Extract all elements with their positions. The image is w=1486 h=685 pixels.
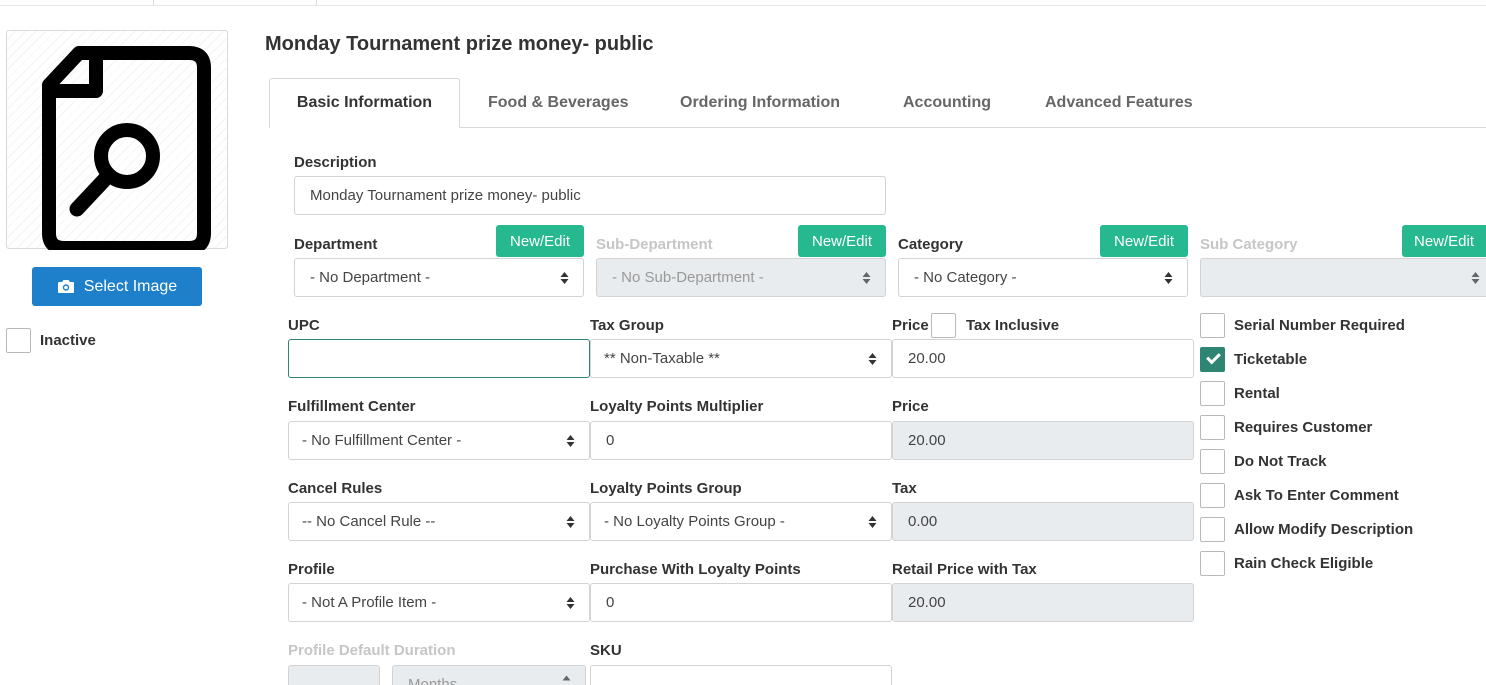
sub-department-new-edit-button[interactable]: New/Edit bbox=[798, 225, 886, 257]
tab-advanced-features[interactable]: Advanced Features bbox=[1045, 78, 1193, 128]
rental-checkbox[interactable] bbox=[1200, 381, 1225, 406]
fulfillment-center-select[interactable]: - No Fulfillment Center - bbox=[288, 421, 590, 460]
sub-category-select[interactable] bbox=[1200, 258, 1486, 297]
cancel-rules-label: Cancel Rules bbox=[288, 480, 383, 497]
ask-to-enter-comment-label: Ask To Enter Comment bbox=[1234, 487, 1399, 504]
loyalty-multiplier-label: Loyalty Points Multiplier bbox=[590, 398, 764, 415]
tab-ordering-information[interactable]: Ordering Information bbox=[680, 78, 840, 128]
department-select[interactable]: - No Department - bbox=[294, 258, 584, 297]
category-new-edit-button[interactable]: New/Edit bbox=[1100, 225, 1188, 257]
select-arrows-icon bbox=[868, 352, 877, 365]
description-label: Description bbox=[294, 154, 377, 171]
item-image-preview bbox=[6, 30, 228, 250]
retail-price-tax-label: Retail Price with Tax bbox=[892, 561, 1037, 578]
page-title: Monday Tournament prize money- public bbox=[265, 33, 654, 55]
tab-food-beverages[interactable]: Food & Beverages bbox=[488, 78, 628, 128]
serial-number-required-label: Serial Number Required bbox=[1234, 317, 1405, 334]
category-select[interactable]: - No Category - bbox=[898, 258, 1188, 297]
inactive-label: Inactive bbox=[40, 332, 96, 349]
tax-group-label: Tax Group bbox=[590, 317, 664, 334]
tax-label: Tax bbox=[892, 480, 917, 497]
tab-accounting[interactable]: Accounting bbox=[903, 78, 991, 128]
select-arrows-icon bbox=[566, 434, 575, 447]
tax-inclusive-checkbox[interactable] bbox=[931, 313, 956, 338]
loyalty-group-label: Loyalty Points Group bbox=[590, 480, 742, 497]
loyalty-group-select[interactable]: - No Loyalty Points Group - bbox=[590, 502, 892, 541]
select-arrows-icon bbox=[566, 596, 575, 609]
retail-price-tax-field: 20.00 bbox=[892, 583, 1194, 622]
cancel-rules-select[interactable]: -- No Cancel Rule -- bbox=[288, 502, 590, 541]
document-search-icon bbox=[42, 46, 211, 250]
tax-group-value: ** Non-Taxable ** bbox=[604, 350, 720, 367]
ticketable-checkbox[interactable] bbox=[1200, 347, 1225, 372]
price-readonly-label: Price bbox=[892, 398, 929, 415]
do-not-track-checkbox[interactable] bbox=[1200, 449, 1225, 474]
department-value: - No Department - bbox=[310, 269, 431, 286]
allow-modify-description-checkbox[interactable] bbox=[1200, 517, 1225, 542]
inactive-checkbox[interactable] bbox=[6, 328, 31, 353]
fulfillment-center-value: - No Fulfillment Center - bbox=[302, 432, 462, 449]
profile-value: - Not A Profile Item - bbox=[302, 594, 437, 611]
rain-check-eligible-label: Rain Check Eligible bbox=[1234, 555, 1374, 572]
sku-label: SKU bbox=[590, 642, 622, 659]
ask-to-enter-comment-checkbox[interactable] bbox=[1200, 483, 1225, 508]
serial-number-required-checkbox[interactable] bbox=[1200, 313, 1225, 338]
rental-label: Rental bbox=[1234, 385, 1280, 402]
sub-department-label: Sub-Department bbox=[596, 236, 713, 253]
tab-basic-information[interactable]: Basic Information bbox=[269, 78, 460, 128]
tax-group-select[interactable]: ** Non-Taxable ** bbox=[590, 339, 892, 378]
requires-customer-label: Requires Customer bbox=[1234, 419, 1373, 436]
profile-select[interactable]: - Not A Profile Item - bbox=[288, 583, 590, 622]
tax-inclusive-label: Tax Inclusive bbox=[966, 317, 1060, 334]
camera-icon bbox=[57, 280, 74, 293]
price-readonly-field: 20.00 bbox=[892, 421, 1194, 460]
profile-label: Profile bbox=[288, 561, 335, 578]
check-icon bbox=[1206, 349, 1221, 365]
category-value: - No Category - bbox=[914, 269, 1017, 286]
do-not-track-label: Do Not Track bbox=[1234, 453, 1327, 470]
fulfillment-center-label: Fulfillment Center bbox=[288, 398, 416, 415]
select-image-label: Select Image bbox=[83, 277, 178, 295]
select-arrows-icon bbox=[566, 515, 575, 528]
select-image-button[interactable]: Select Image bbox=[32, 267, 202, 306]
requires-customer-checkbox[interactable] bbox=[1200, 415, 1225, 440]
purchase-loyalty-label: Purchase With Loyalty Points bbox=[590, 561, 801, 578]
upc-input[interactable] bbox=[288, 339, 590, 378]
loyalty-group-value: - No Loyalty Points Group - bbox=[604, 513, 785, 530]
select-arrows-icon bbox=[1164, 271, 1173, 284]
description-input[interactable]: Monday Tournament prize money- public bbox=[294, 176, 886, 215]
tax-field: 0.00 bbox=[892, 502, 1194, 541]
price-input[interactable]: 20.00 bbox=[892, 339, 1194, 378]
loyalty-multiplier-input[interactable]: 0 bbox=[590, 421, 892, 460]
allow-modify-description-label: Allow Modify Description bbox=[1234, 521, 1414, 538]
duration-unit-select[interactable]: Months bbox=[392, 665, 586, 685]
select-arrows-icon bbox=[868, 515, 877, 528]
upc-label: UPC bbox=[288, 317, 320, 334]
sku-input[interactable] bbox=[590, 665, 892, 685]
sub-department-value: - No Sub-Department - bbox=[612, 269, 764, 286]
profile-default-duration-label: Profile Default Duration bbox=[288, 642, 456, 659]
price-label: Price bbox=[892, 317, 929, 334]
department-new-edit-button[interactable]: New/Edit bbox=[496, 225, 584, 257]
top-tab-strip bbox=[0, 0, 1486, 6]
sub-category-new-edit-button[interactable]: New/Edit bbox=[1402, 225, 1486, 257]
department-label: Department bbox=[294, 236, 378, 253]
select-arrows-icon bbox=[1471, 271, 1480, 284]
select-arrow-up-icon bbox=[562, 675, 571, 681]
select-arrows-icon bbox=[560, 271, 569, 284]
sub-department-select[interactable]: - No Sub-Department - bbox=[596, 258, 886, 297]
rain-check-eligible-checkbox[interactable] bbox=[1200, 551, 1225, 576]
cancel-rules-value: -- No Cancel Rule -- bbox=[302, 513, 436, 530]
ticketable-label: Ticketable bbox=[1234, 351, 1308, 368]
category-label: Category bbox=[898, 236, 964, 253]
purchase-loyalty-input[interactable]: 0 bbox=[590, 583, 892, 622]
select-arrows-icon bbox=[862, 271, 871, 284]
duration-unit-value: Months bbox=[408, 676, 458, 685]
sub-category-label: Sub Category bbox=[1200, 236, 1298, 253]
profile-default-duration-input[interactable] bbox=[288, 665, 380, 685]
